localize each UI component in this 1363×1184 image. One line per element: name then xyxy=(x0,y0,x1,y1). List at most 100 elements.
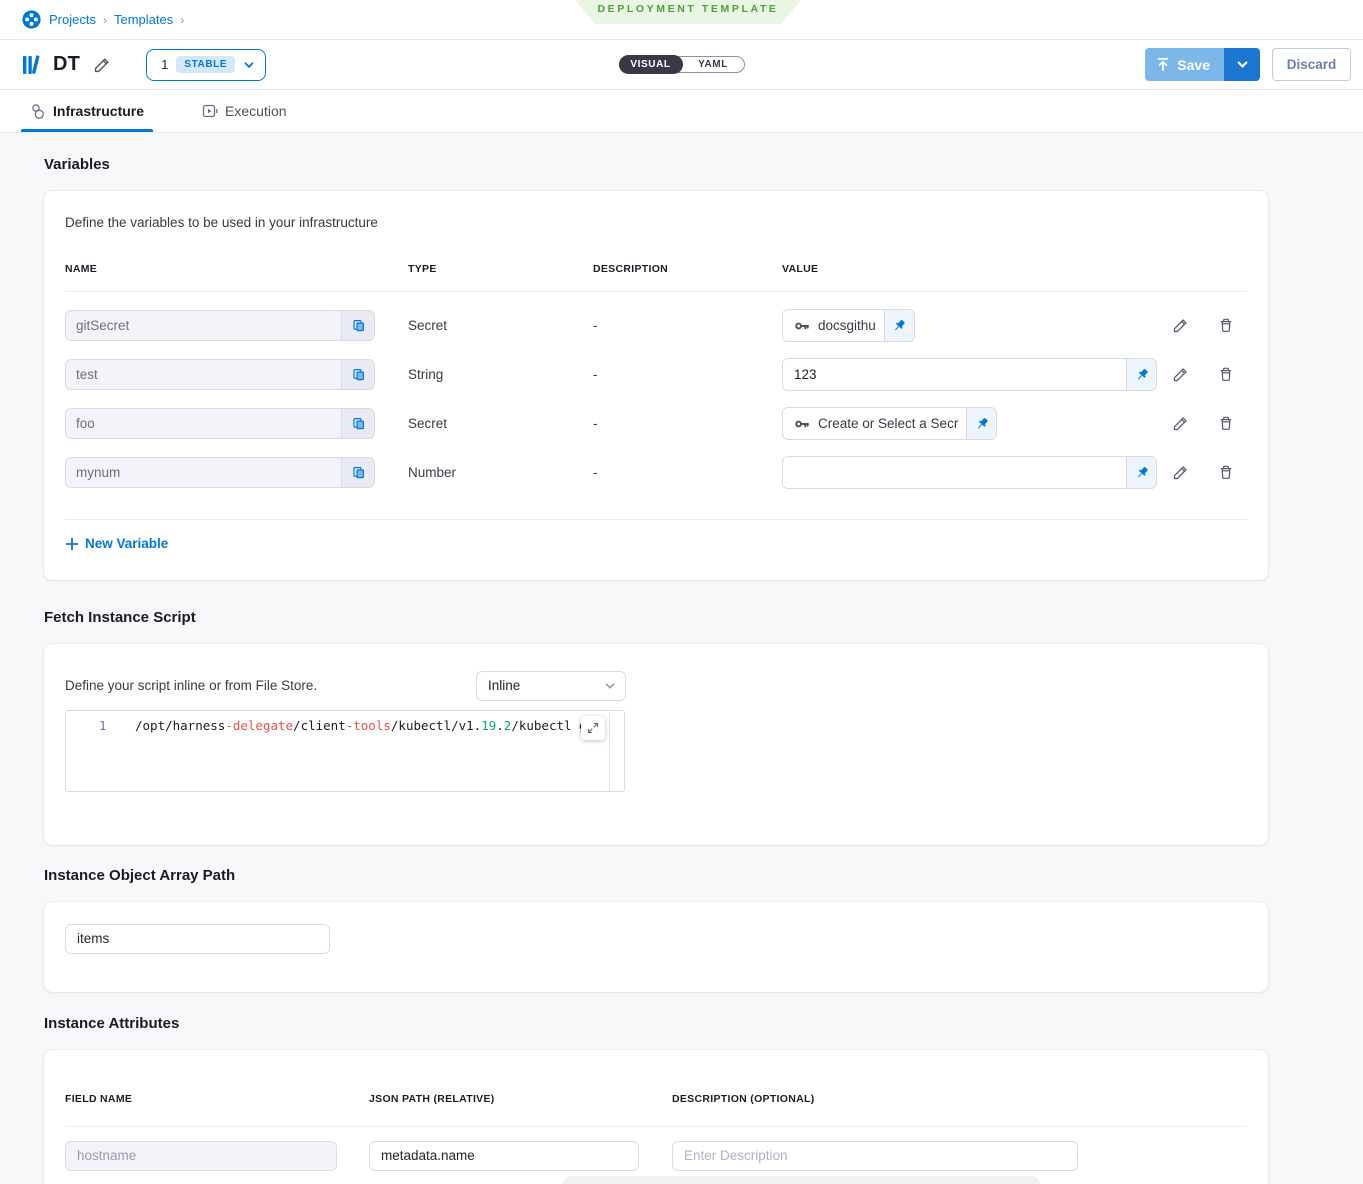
table-row: Number - xyxy=(65,448,1247,497)
table-row: Secret - Create or Select a Secr xyxy=(65,399,1247,448)
execution-icon xyxy=(202,103,218,119)
tab-infrastructure[interactable]: Infrastructure xyxy=(21,90,153,132)
chevron-right-icon: › xyxy=(180,13,184,27)
column-json-path: JSON PATH (RELATIVE) xyxy=(369,1093,672,1105)
upload-icon xyxy=(1156,57,1170,72)
column-type: TYPE xyxy=(408,263,593,275)
secret-value-chip: Create or Select a Secr xyxy=(782,407,997,440)
variable-description: - xyxy=(593,318,782,333)
secret-placeholder: Create or Select a Secr xyxy=(818,416,958,431)
variable-name-field xyxy=(65,359,375,390)
variable-type: Secret xyxy=(408,416,593,431)
bottom-overlay-edge xyxy=(563,1176,1040,1184)
variable-description: - xyxy=(593,416,782,431)
variables-card: Define the variables to be used in your … xyxy=(44,191,1268,580)
variables-rows: Secret - docsgithu xyxy=(65,292,1247,497)
variable-type: Secret xyxy=(408,318,593,333)
pin-icon[interactable] xyxy=(1126,457,1156,488)
delete-variable-trash-icon[interactable] xyxy=(1218,317,1234,334)
toggle-visual[interactable]: VISUAL xyxy=(619,55,683,74)
fetch-script-description: Define your script inline or from File S… xyxy=(65,678,476,693)
breadcrumb: Projects › Templates › xyxy=(49,12,184,27)
stable-badge: STABLE xyxy=(176,56,235,73)
script-store-select[interactable]: Inline xyxy=(476,671,626,701)
delete-variable-trash-icon[interactable] xyxy=(1218,366,1234,383)
page-title: DT xyxy=(53,53,80,76)
variable-value-input[interactable] xyxy=(783,457,1126,488)
tab-label: Infrastructure xyxy=(53,103,144,119)
version-selector[interactable]: 1 STABLE xyxy=(146,49,266,81)
variable-name-field xyxy=(65,457,375,488)
secret-value-chip: docsgithu xyxy=(782,309,915,342)
instance-path-card xyxy=(44,902,1268,992)
edit-variable-pencil-icon[interactable] xyxy=(1172,366,1189,383)
edit-variable-pencil-icon[interactable] xyxy=(1172,464,1189,481)
harness-logo-icon[interactable] xyxy=(22,10,41,29)
column-description-optional: DESCRIPTION (OPTIONAL) xyxy=(672,1093,1247,1105)
version-number: 1 xyxy=(161,57,168,72)
pin-icon[interactable] xyxy=(966,408,996,439)
variable-name-input xyxy=(66,311,341,340)
value-field xyxy=(782,358,1157,391)
delete-variable-trash-icon[interactable] xyxy=(1218,415,1234,432)
table-row xyxy=(65,1127,1247,1171)
save-button[interactable]: Save xyxy=(1145,48,1224,81)
script-code-editor[interactable]: 1/opt/harness-delegate/client-tools/kube… xyxy=(65,710,625,792)
instance-attributes-section-title: Instance Attributes xyxy=(44,1015,1363,1032)
json-path-input[interactable] xyxy=(369,1141,639,1171)
template-library-icon xyxy=(22,54,42,76)
attribute-description-input[interactable] xyxy=(672,1141,1078,1171)
plus-icon xyxy=(65,537,79,551)
secret-selector[interactable]: Create or Select a Secr xyxy=(783,408,966,439)
section-tabs: Infrastructure Execution xyxy=(0,90,1363,133)
edit-variable-pencil-icon[interactable] xyxy=(1172,317,1189,334)
variable-description: - xyxy=(593,367,782,382)
discard-button[interactable]: Discard xyxy=(1272,48,1351,81)
expand-editor-icon[interactable] xyxy=(581,716,605,740)
delete-variable-trash-icon[interactable] xyxy=(1218,464,1234,481)
copy-icon[interactable] xyxy=(341,311,374,340)
secret-name: docsgithu xyxy=(818,318,876,333)
breadcrumb-templates[interactable]: Templates xyxy=(114,12,173,27)
variable-name-field xyxy=(65,310,375,341)
variables-section-title: Variables xyxy=(44,156,1363,173)
variable-type: String xyxy=(408,367,593,382)
variable-name-field xyxy=(65,408,375,439)
variable-value-input[interactable] xyxy=(783,359,1126,390)
field-name-input xyxy=(65,1141,337,1171)
variable-name-input xyxy=(66,409,341,438)
secret-selector[interactable]: docsgithu xyxy=(783,310,884,341)
code-line: 1/opt/harness-delegate/client-tools/kube… xyxy=(66,711,624,734)
toggle-yaml[interactable]: YAML xyxy=(683,56,744,73)
variable-name-input xyxy=(66,360,341,389)
column-value: VALUE xyxy=(782,263,1157,275)
value-field xyxy=(782,456,1157,489)
template-header: DT 1 STABLE VISUAL YAML Save xyxy=(0,40,1363,90)
tab-execution[interactable]: Execution xyxy=(193,90,295,132)
pin-icon[interactable] xyxy=(1126,359,1156,390)
fetch-script-card: Define your script inline or from File S… xyxy=(44,644,1268,845)
variable-type: Number xyxy=(408,465,593,480)
variables-description: Define the variables to be used in your … xyxy=(65,215,1247,230)
pin-icon[interactable] xyxy=(884,310,914,341)
edit-variable-pencil-icon[interactable] xyxy=(1172,415,1189,432)
save-split-button: Save xyxy=(1145,48,1260,81)
column-description: DESCRIPTION xyxy=(593,263,782,275)
visual-yaml-toggle: VISUAL YAML xyxy=(619,56,745,73)
line-number: 1 xyxy=(66,717,135,734)
infrastructure-icon xyxy=(30,103,46,120)
breadcrumb-projects[interactable]: Projects xyxy=(49,12,96,27)
selected-store-type: Inline xyxy=(488,678,520,693)
instance-attributes-card: FIELD NAME JSON PATH (RELATIVE) DESCRIPT… xyxy=(44,1050,1268,1184)
instance-path-input[interactable] xyxy=(65,924,330,954)
save-options-caret[interactable] xyxy=(1224,48,1260,81)
edit-title-pencil-icon[interactable] xyxy=(91,54,113,76)
fetch-script-section-title: Fetch Instance Script xyxy=(44,609,1363,626)
copy-icon[interactable] xyxy=(341,458,374,487)
table-row: Secret - docsgithu xyxy=(65,301,1247,350)
copy-icon[interactable] xyxy=(341,409,374,438)
column-field-name: FIELD NAME xyxy=(65,1093,369,1105)
variable-description: - xyxy=(593,465,782,480)
copy-icon[interactable] xyxy=(341,360,374,389)
new-variable-button[interactable]: New Variable xyxy=(65,536,168,551)
